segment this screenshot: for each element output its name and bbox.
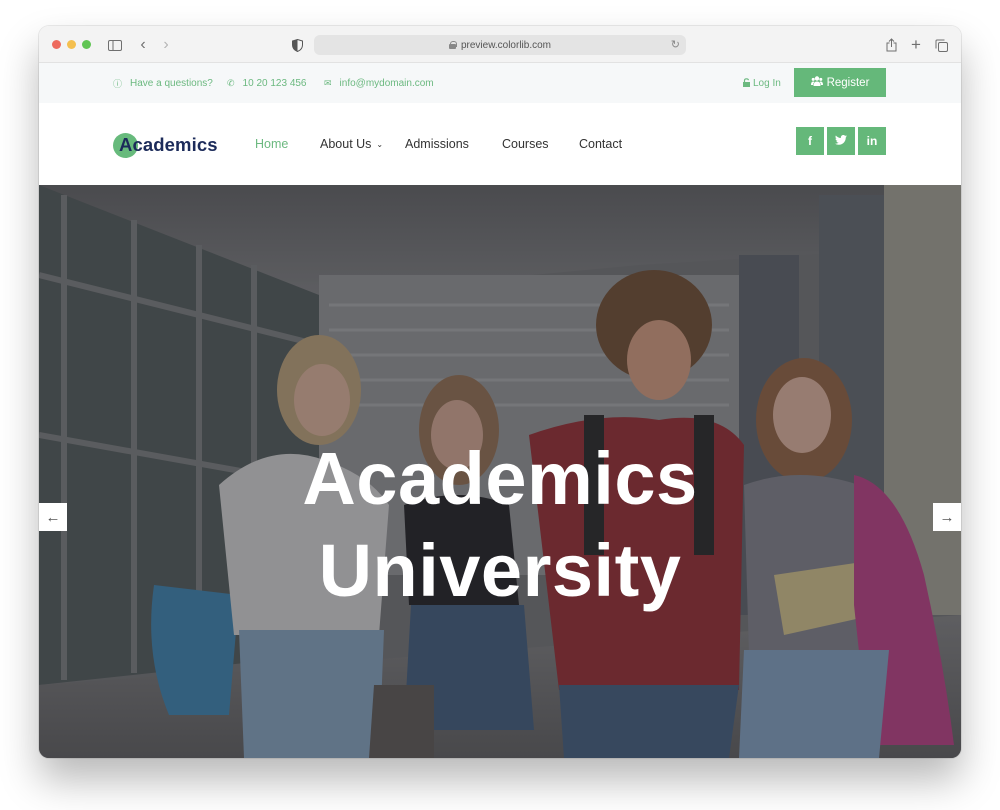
reload-icon[interactable]: ↻ xyxy=(671,38,680,51)
share-icon[interactable] xyxy=(884,35,898,55)
shield-icon[interactable] xyxy=(290,35,304,55)
login-label: Log In xyxy=(753,77,781,89)
lock-icon xyxy=(448,41,457,49)
minimize-window-button[interactable] xyxy=(67,40,76,49)
nav-item-home[interactable]: Home xyxy=(255,103,288,185)
facebook-button[interactable]: f xyxy=(796,127,824,155)
plus-icon[interactable]: + xyxy=(909,35,923,55)
zoom-window-button[interactable] xyxy=(82,40,91,49)
nav-item-courses[interactable]: Courses xyxy=(502,103,549,185)
arrow-right-icon: → xyxy=(939,508,955,526)
logo-text: Academics xyxy=(119,134,218,155)
close-window-button[interactable] xyxy=(52,40,61,49)
site-logo[interactable]: Academics xyxy=(113,131,218,159)
hero-title-line-1: Academics xyxy=(302,437,698,520)
unlock-icon xyxy=(743,77,750,89)
browser-toolbar: ‹ › preview.colorlib.com ↻ + xyxy=(39,26,961,63)
twitter-icon xyxy=(835,134,847,148)
users-icon xyxy=(810,76,823,89)
hero-title: Academics University xyxy=(39,433,961,617)
nav-item-admissions[interactable]: Admissions xyxy=(405,103,469,185)
register-button[interactable]: Register xyxy=(794,68,886,97)
login-link[interactable]: Log In xyxy=(743,63,781,103)
help-text: Have a questions? xyxy=(130,77,213,89)
url-text: preview.colorlib.com xyxy=(460,39,552,51)
linkedin-icon: in xyxy=(866,134,878,148)
address-bar[interactable]: preview.colorlib.com ↻ xyxy=(314,35,686,55)
envelope-icon: ✉ xyxy=(324,77,332,88)
phone-number: 10 20 123 456 xyxy=(242,77,307,89)
help-info[interactable]: ⓘ Have a questions? xyxy=(113,63,213,103)
top-info-bar: ⓘ Have a questions? ✆ 10 20 123 456 ✉ in… xyxy=(39,63,961,103)
nav-item-label: About Us xyxy=(320,137,372,151)
browser-window: ‹ › preview.colorlib.com ↻ + ⓘ Have a qu… xyxy=(39,26,961,758)
hero-title-line-2: University xyxy=(318,529,682,612)
email-info[interactable]: ✉ info@mydomain.com xyxy=(324,63,434,103)
register-label: Register xyxy=(826,76,870,89)
tabs-overview-icon[interactable] xyxy=(934,35,948,55)
chevron-down-icon: ⌄ xyxy=(376,139,384,149)
hero-slider: Academics University ← → xyxy=(39,185,961,758)
slider-next-button[interactable]: → xyxy=(933,503,961,531)
phone-info[interactable]: ✆ 10 20 123 456 xyxy=(227,63,307,103)
chevron-left-icon[interactable]: ‹ xyxy=(137,35,149,55)
arrow-left-icon: ← xyxy=(45,508,61,526)
question-circle-icon: ⓘ xyxy=(113,78,123,89)
slider-prev-button[interactable]: ← xyxy=(39,503,67,531)
main-navbar: Academics Home About Us ⌄ Admissions Cou… xyxy=(39,103,961,185)
twitter-button[interactable] xyxy=(827,127,855,155)
nav-item-about-us[interactable]: About Us ⌄ xyxy=(320,103,383,185)
sidebar-icon[interactable] xyxy=(107,35,123,55)
linkedin-button[interactable]: in xyxy=(858,127,886,155)
facebook-icon: f xyxy=(808,134,812,148)
email-address: info@mydomain.com xyxy=(339,77,434,89)
nav-item-contact[interactable]: Contact xyxy=(579,103,622,185)
phone-icon: ✆ xyxy=(227,77,235,88)
chevron-right-icon[interactable]: › xyxy=(160,35,172,55)
